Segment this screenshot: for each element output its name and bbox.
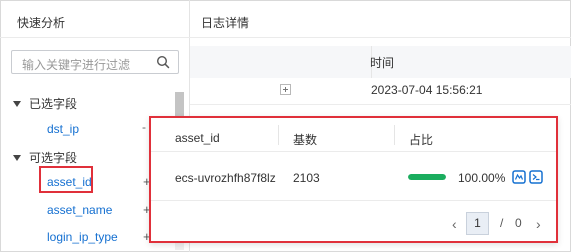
caret-down-icon[interactable] [13,155,21,161]
ratio-progress-fill [408,174,446,180]
header-ratio: 占比 [409,133,434,147]
column-divider [394,125,395,145]
popup-table-header: asset_id 基数 占比 [151,118,556,152]
pagination-prev-button[interactable]: ‹ [452,216,457,232]
filter-include-icon[interactable] [512,170,526,184]
panel-title: 快速分析 [17,16,66,30]
field-stats-popup: asset_id 基数 占比 ecs-uvrozhfh87f8lz 2103 1… [149,116,558,243]
pagination-next-button[interactable]: › [536,216,541,232]
field-filter-input[interactable]: 输入关键字进行过滤 [11,50,179,74]
row-divider [190,104,571,105]
log-detail-title: 日志详情 [201,16,250,30]
field-dst-ip[interactable]: dst_ip [47,122,79,136]
field-value-cell: ecs-uvrozhfh87f8lz [175,171,276,185]
filter-exclude-icon[interactable] [529,170,543,184]
search-icon[interactable] [156,55,170,69]
pagination-page-input[interactable]: 1 [466,212,489,235]
search-placeholder: 输入关键字进行过滤 [22,58,131,72]
pagination-separator: / [500,216,504,230]
selected-fields-group[interactable]: 已选字段 [13,95,77,112]
row-divider [151,200,556,201]
header-count: 基数 [293,133,318,147]
remove-field-button[interactable]: - [142,120,146,134]
available-fields-group[interactable]: 可选字段 [13,149,77,166]
ratio-text: 100.00% [458,171,506,185]
expand-row-icon[interactable] [280,84,291,95]
group-label: 可选字段 [29,151,78,165]
pagination-total: 0 [515,216,522,230]
time-column-header[interactable]: 时间 [370,54,394,71]
column-divider [278,125,279,145]
caret-down-icon[interactable] [13,101,21,107]
header-field: asset_id [175,131,220,145]
count-cell: 2103 [293,171,320,185]
highlight-box [39,166,93,193]
divider [0,37,190,38]
ratio-progress-bar [408,174,446,180]
field-asset-name[interactable]: asset_name [47,203,112,217]
divider [190,37,571,38]
log-time-cell: 2023-07-04 15:56:21 [371,83,483,97]
field-login-ip-type[interactable]: login_ip_type [47,230,118,244]
group-label: 已选字段 [29,97,78,111]
